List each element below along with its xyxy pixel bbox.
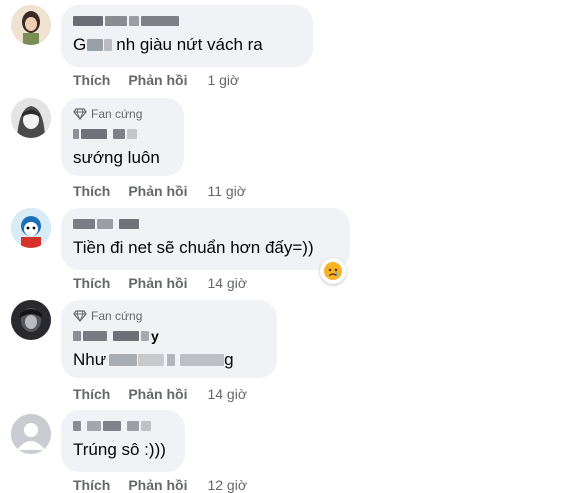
commenter-name-redacted[interactable]	[73, 418, 173, 434]
avatar[interactable]	[11, 208, 51, 248]
comment-bubble: Trúng sô :)))	[61, 410, 185, 472]
sad-face-icon	[324, 262, 342, 280]
timestamp[interactable]: 1 giờ	[207, 72, 239, 88]
comment-text: Tiền đi net sẽ chuẩn hơn đấy=))	[73, 238, 314, 257]
commenter-name-redacted[interactable]: y	[73, 328, 265, 344]
commenter-name-redacted[interactable]	[73, 13, 301, 29]
comment-actions: Thích Phản hồi 14 giờ	[73, 275, 265, 291]
like-button[interactable]: Thích	[73, 275, 110, 291]
avatar[interactable]	[11, 98, 51, 138]
badge-label: Fan cứng	[91, 107, 143, 121]
timestamp[interactable]: 14 giờ	[207, 275, 247, 291]
avatar[interactable]	[11, 414, 51, 454]
like-button[interactable]: Thích	[73, 183, 110, 199]
reply-button[interactable]: Phản hồi	[128, 72, 187, 88]
like-button[interactable]: Thích	[73, 386, 110, 402]
timestamp[interactable]: 12 giờ	[207, 477, 247, 493]
comment-text: Như g	[73, 350, 234, 369]
comment-bubble: Fan cứng sướng luôn	[61, 98, 184, 176]
comment-bubble: Fan cứng y Như g	[61, 300, 277, 378]
timestamp[interactable]: 11 giờ	[207, 183, 246, 199]
name-visible-part: y	[151, 328, 159, 344]
diamond-icon	[73, 108, 87, 121]
commenter-name-redacted[interactable]	[73, 216, 338, 232]
like-button[interactable]: Thích	[73, 72, 110, 88]
like-button[interactable]: Thích	[73, 477, 110, 493]
badge-label: Fan cứng	[91, 309, 143, 323]
avatar[interactable]	[11, 5, 51, 45]
comment-actions: Thích Phản hồi 11 giờ	[73, 183, 264, 199]
reaction-badge[interactable]	[320, 258, 346, 284]
comment-text: G nh giàu nứt vách ra	[73, 35, 263, 54]
comment-actions: Thích Phản hồi 1 giờ	[73, 72, 257, 88]
commenter-name-redacted[interactable]	[73, 126, 172, 142]
diamond-icon	[73, 310, 87, 323]
comment-actions: Thích Phản hồi 12 giờ	[73, 477, 265, 493]
comment-text: sướng luôn	[73, 148, 160, 167]
reply-button[interactable]: Phản hồi	[128, 275, 187, 291]
fan-badge: Fan cứng	[73, 106, 172, 122]
fan-badge: Fan cứng	[73, 308, 265, 324]
comment-bubble: Tiền đi net sẽ chuẩn hơn đấy=))	[61, 208, 350, 270]
default-avatar-icon	[11, 414, 51, 454]
avatar[interactable]	[11, 300, 51, 340]
reply-button[interactable]: Phản hồi	[128, 183, 187, 199]
comment-actions: Thích Phản hồi 14 giờ	[73, 386, 265, 402]
comment-text: Trúng sô :)))	[73, 440, 166, 459]
timestamp[interactable]: 14 giờ	[207, 386, 247, 402]
comment-bubble: G nh giàu nứt vách ra	[61, 5, 313, 67]
reply-button[interactable]: Phản hồi	[128, 386, 187, 402]
reply-button[interactable]: Phản hồi	[128, 477, 187, 493]
